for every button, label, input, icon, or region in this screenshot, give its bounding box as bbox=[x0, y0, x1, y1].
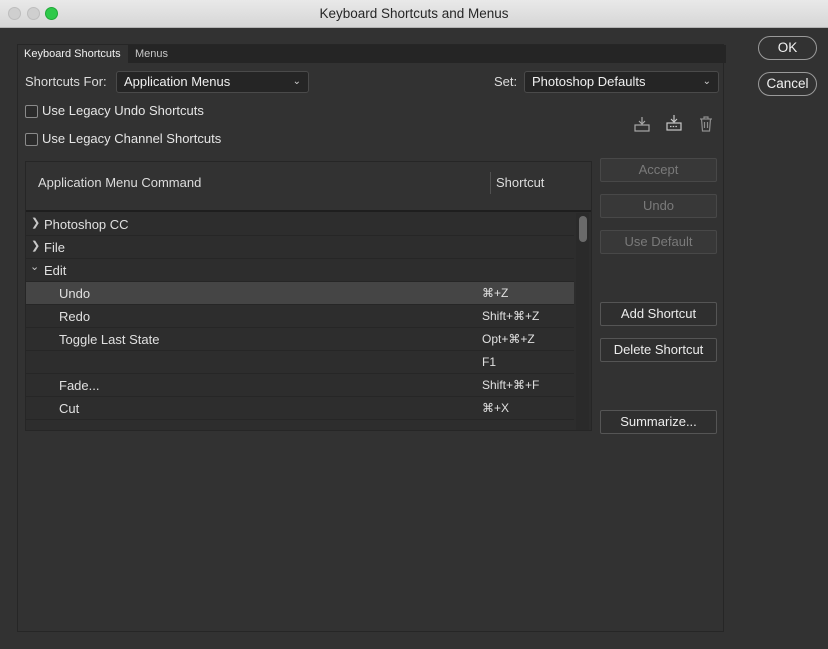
summarize-button[interactable]: Summarize... bbox=[600, 410, 717, 434]
tab-menus[interactable]: Menus bbox=[129, 45, 174, 63]
table-scrollbar[interactable] bbox=[576, 213, 589, 430]
table-row[interactable]: F1 bbox=[26, 351, 574, 374]
chevron-down-icon: ⌄ bbox=[292, 76, 301, 87]
table-header: Application Menu Command Shortcut bbox=[26, 162, 591, 212]
command-name: Redo bbox=[59, 309, 91, 324]
table-body: ❯ Photoshop CC ❯ File ⌄ Edit Undo ⌘+Z Re… bbox=[26, 213, 574, 420]
delete-shortcut-button[interactable]: Delete Shortcut bbox=[600, 338, 717, 362]
shortcuts-for-label: Shortcuts For: bbox=[25, 74, 107, 89]
legacy-channel-label: Use Legacy Channel Shortcuts bbox=[42, 131, 222, 146]
new-set-icon[interactable] bbox=[665, 114, 683, 132]
shortcuts-table: Application Menu Command Shortcut ❯ Phot… bbox=[25, 161, 592, 431]
table-row[interactable]: Fade... Shift+⌘+F bbox=[26, 374, 574, 397]
chevron-right-icon[interactable]: ❯ bbox=[31, 216, 40, 229]
chevron-down-icon: ⌄ bbox=[702, 76, 711, 87]
add-shortcut-button[interactable]: Add Shortcut bbox=[600, 302, 717, 326]
command-name: Photoshop CC bbox=[44, 217, 129, 232]
command-name: Toggle Last State bbox=[59, 332, 160, 347]
table-row[interactable]: Toggle Last State Opt+⌘+Z bbox=[26, 328, 574, 351]
shortcut-value[interactable]: Shift+⌘+F bbox=[482, 378, 539, 392]
set-select[interactable]: Photoshop Defaults ⌄ bbox=[524, 71, 719, 93]
shortcut-value[interactable]: ⌘+X bbox=[482, 401, 509, 415]
shortcut-value[interactable]: Opt+⌘+Z bbox=[482, 332, 535, 346]
table-row[interactable]: Undo ⌘+Z bbox=[26, 282, 574, 305]
command-name: Edit bbox=[44, 263, 67, 278]
set-value: Photoshop Defaults bbox=[532, 74, 646, 89]
legacy-undo-checkbox[interactable] bbox=[25, 105, 38, 118]
table-row[interactable]: ⌄ Edit bbox=[26, 259, 574, 282]
legacy-undo-label: Use Legacy Undo Shortcuts bbox=[42, 103, 204, 118]
ok-button[interactable]: OK bbox=[758, 36, 817, 60]
title-bar: Keyboard Shortcuts and Menus bbox=[0, 0, 828, 28]
command-name: Fade... bbox=[59, 378, 100, 393]
accept-button[interactable]: Accept bbox=[600, 158, 717, 182]
tab-bar: Keyboard Shortcuts Menus bbox=[18, 45, 726, 63]
table-row[interactable]: Cut ⌘+X bbox=[26, 397, 574, 420]
window-title: Keyboard Shortcuts and Menus bbox=[319, 6, 509, 21]
delete-set-icon[interactable] bbox=[698, 115, 716, 133]
cancel-button[interactable]: Cancel bbox=[758, 72, 817, 96]
tab-keyboard-shortcuts[interactable]: Keyboard Shortcuts bbox=[18, 45, 128, 63]
shortcut-value[interactable]: F1 bbox=[482, 355, 496, 369]
column-header-shortcut: Shortcut bbox=[496, 175, 545, 190]
shortcuts-for-value: Application Menus bbox=[124, 74, 231, 89]
table-row[interactable]: ❯ File bbox=[26, 236, 574, 259]
table-scrollbar-thumb[interactable] bbox=[579, 216, 587, 242]
undo-button[interactable]: Undo bbox=[600, 194, 717, 218]
chevron-right-icon[interactable]: ❯ bbox=[31, 239, 40, 252]
column-divider bbox=[490, 172, 491, 194]
column-header-command: Application Menu Command bbox=[38, 175, 202, 190]
table-row[interactable]: ❯ Photoshop CC bbox=[26, 213, 574, 236]
set-label: Set: bbox=[494, 74, 518, 89]
command-name: File bbox=[44, 240, 65, 255]
shortcuts-for-select[interactable]: Application Menus ⌄ bbox=[116, 71, 309, 93]
save-set-icon[interactable] bbox=[633, 115, 651, 133]
command-name: Undo bbox=[59, 286, 91, 301]
use-default-button[interactable]: Use Default bbox=[600, 230, 717, 254]
legacy-channel-checkbox[interactable] bbox=[25, 133, 38, 146]
shortcut-value[interactable]: Shift+⌘+Z bbox=[482, 309, 539, 323]
chevron-down-icon[interactable]: ⌄ bbox=[30, 260, 39, 273]
command-name: Cut bbox=[59, 401, 80, 416]
table-row[interactable]: Redo Shift+⌘+Z bbox=[26, 305, 574, 328]
shortcut-value[interactable]: ⌘+Z bbox=[482, 286, 508, 300]
